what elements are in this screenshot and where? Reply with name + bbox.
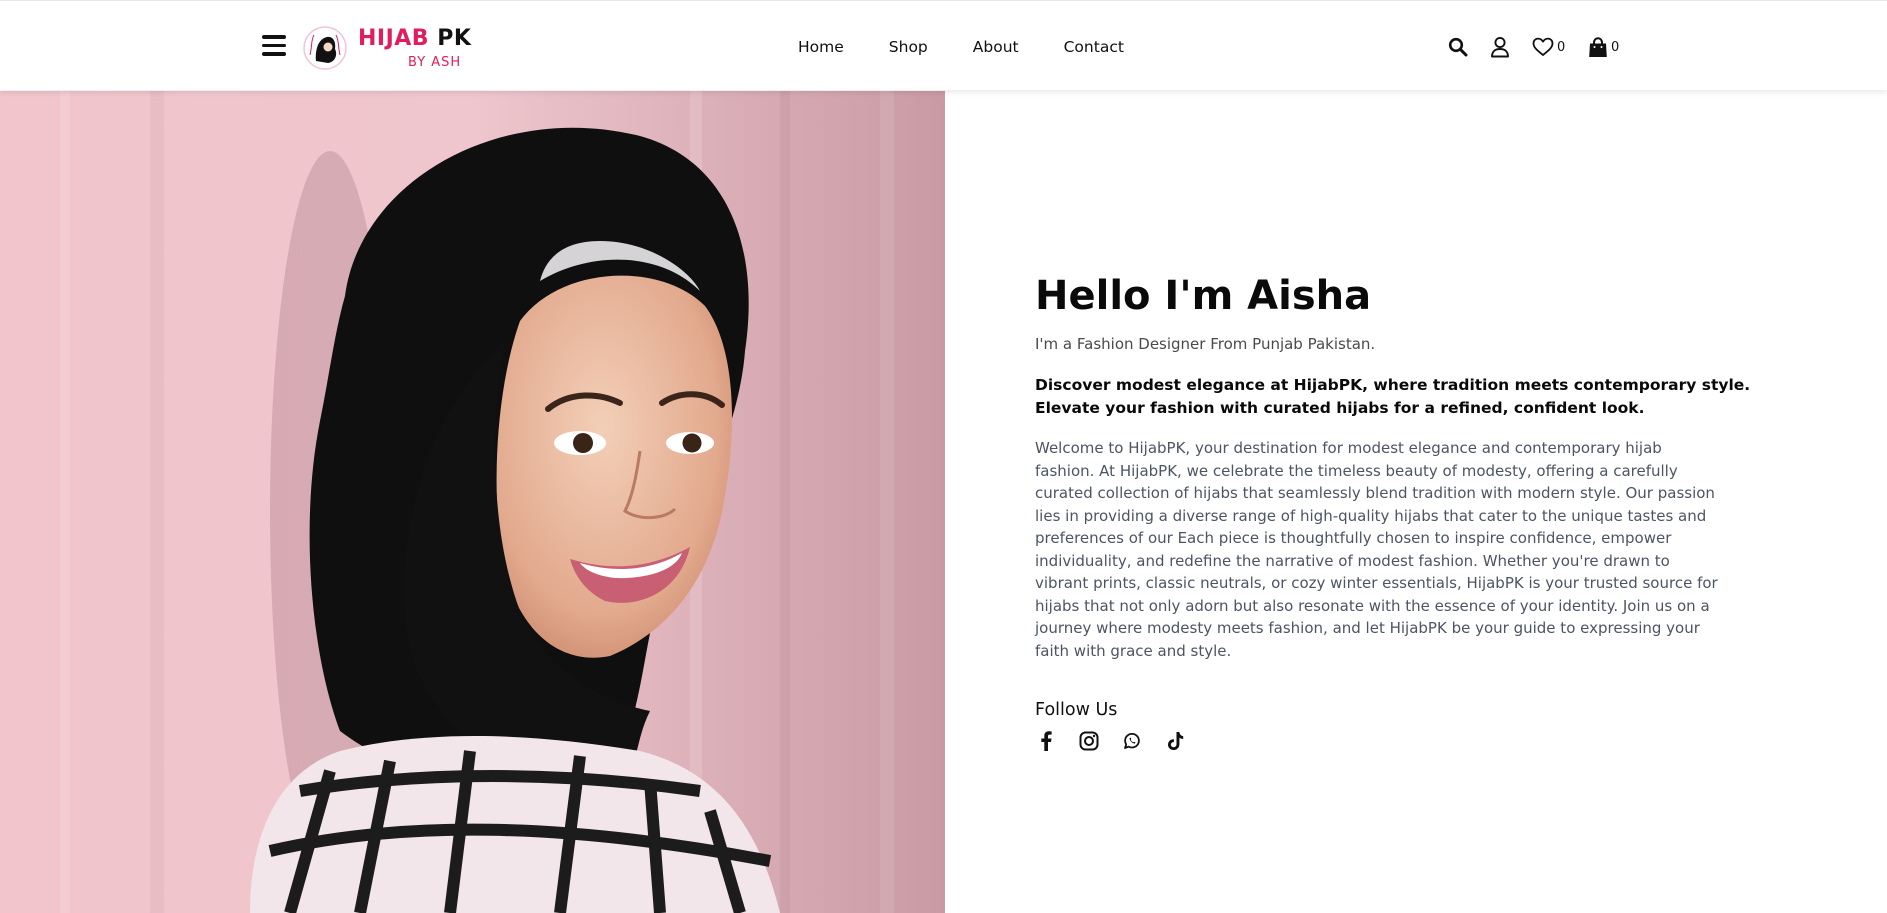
wishlist-button[interactable]: 0 bbox=[1532, 34, 1565, 60]
page-title: Hello I'm Aisha bbox=[1035, 273, 1372, 319]
search-icon bbox=[1448, 37, 1468, 57]
facebook-icon bbox=[1041, 731, 1052, 751]
logo-title-part1: HIJAB bbox=[358, 26, 430, 51]
nav-home[interactable]: Home bbox=[798, 38, 844, 56]
logo-tagline: BY ASH bbox=[408, 55, 462, 70]
hamburger-menu-icon[interactable] bbox=[262, 35, 286, 57]
cart-button[interactable]: 0 bbox=[1588, 34, 1619, 60]
search-button[interactable] bbox=[1448, 34, 1468, 60]
about-lead: Discover modest elegance at HijabPK, whe… bbox=[1035, 376, 1751, 417]
tiktok-icon bbox=[1168, 732, 1184, 750]
hero-portrait-image bbox=[0, 91, 945, 913]
follow-us-label: Follow Us bbox=[1035, 700, 1118, 720]
social-links bbox=[1035, 730, 1815, 752]
user-icon bbox=[1491, 36, 1509, 58]
logo-title-part2: PK bbox=[437, 26, 472, 51]
about-subtitle: I'm a Fashion Designer From Punjab Pakis… bbox=[1035, 335, 1376, 353]
logo-mark-icon bbox=[303, 26, 347, 70]
logo-title: HIJAB PK bbox=[358, 26, 471, 51]
account-button[interactable] bbox=[1490, 34, 1510, 60]
main-nav: Home Shop About Contact bbox=[798, 38, 1169, 56]
instagram-icon bbox=[1079, 731, 1099, 751]
nav-contact[interactable]: Contact bbox=[1064, 38, 1124, 56]
whatsapp-link[interactable] bbox=[1121, 730, 1143, 752]
whatsapp-icon bbox=[1124, 733, 1140, 749]
about-panel: Hello I'm Aisha I'm a Fashion Designer F… bbox=[1035, 272, 1815, 752]
nav-shop[interactable]: Shop bbox=[889, 38, 928, 56]
shopping-bag-icon bbox=[1589, 36, 1607, 57]
about-body: Welcome to HijabPK, your destination for… bbox=[1035, 439, 1718, 660]
tiktok-link[interactable] bbox=[1164, 730, 1186, 752]
wishlist-count: 0 bbox=[1557, 39, 1566, 55]
facebook-link[interactable] bbox=[1035, 730, 1057, 752]
brand-logo[interactable]: HIJAB PK BY ASH bbox=[302, 23, 472, 73]
instagram-link[interactable] bbox=[1078, 730, 1100, 752]
cart-count: 0 bbox=[1611, 39, 1620, 55]
nav-about[interactable]: About bbox=[973, 38, 1019, 56]
site-header: HIJAB PK BY ASH Home Shop About Contact bbox=[0, 0, 1887, 90]
heart-icon bbox=[1532, 37, 1554, 56]
